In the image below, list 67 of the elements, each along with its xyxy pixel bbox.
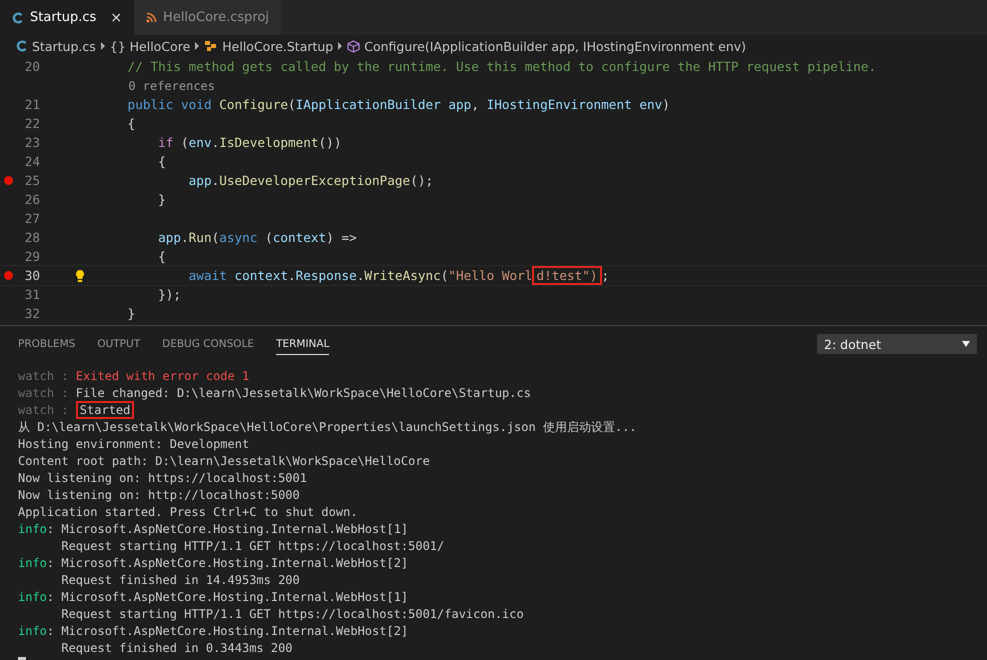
breadcrumb-item[interactable]: {} HelloCore [110, 38, 190, 54]
terminal-line: Request starting HTTP/1.1 GET https://localhost:5001/ [60, 538, 446, 555]
terminal-line: Content root path: D:\learn\Jessetalk\WorkSpace\HelloCore [18, 453, 431, 470]
terminal-line: 从 D:\learn\Jessetalk\WorkSpace\HelloCore\Properties\launchSettings.json 使用启动设置... [18, 419, 638, 436]
breadcrumb-item[interactable]: HelloCore.Startup [204, 38, 334, 54]
code-line: } [126, 306, 136, 321]
code-line: }); [157, 287, 182, 302]
terminal-line: Request finished in 14.4953ms 200 [60, 572, 301, 589]
code-line: app.UseDeveloperExceptionPage(); [188, 173, 434, 188]
panel-tab[interactable]: OUTPUT [97, 334, 140, 354]
breakpoint-dot[interactable] [4, 271, 12, 280]
line-number: 21 [24, 97, 40, 112]
line-number: 32 [24, 306, 40, 321]
terminal-line: Request starting HTTP/1.1 GET https://localhost:5001/favicon.ico [60, 606, 525, 623]
panel-tab[interactable]: PROBLEMS [18, 334, 76, 354]
line-number: 28 [24, 230, 40, 245]
codelens-text[interactable]: 0 references [97, 78, 216, 92]
terminal-line: info: Microsoft.AspNetCore.Hosting.Internal.WebHost[1] [18, 589, 410, 606]
line-number: 26 [24, 192, 40, 207]
lightbulb-icon[interactable] [75, 268, 85, 282]
breadcrumb-item[interactable]: Startup.cs [16, 38, 96, 54]
editor-tab[interactable]: HelloCore.csproj [134, 0, 282, 35]
code-line: if (env.IsDevelopment()) [157, 135, 342, 150]
rss-file-icon [146, 12, 158, 23]
code-line: { [157, 249, 166, 264]
terminal-line: Application started. Press Ctrl+C to shut down. [18, 504, 359, 521]
panel-tab[interactable]: TERMINAL [276, 334, 330, 354]
code-line: { [126, 116, 136, 131]
terminal-line: info: Microsoft.AspNetCore.Hosting.Internal.WebHost[1] [18, 521, 410, 538]
close-icon[interactable]: × [110, 10, 122, 26]
breakpoint-dot[interactable] [4, 176, 12, 185]
line-number: 23 [24, 135, 40, 150]
line-number: 24 [24, 154, 40, 169]
line-number: 25 [24, 173, 40, 188]
csharp-file-icon [16, 40, 28, 52]
class-icon [204, 40, 218, 52]
line-number: 31 [24, 287, 40, 302]
cube-icon [347, 40, 360, 52]
chevron-icon [100, 42, 106, 50]
chevron-icon [194, 42, 200, 50]
code-line: { [157, 154, 166, 169]
terminal-line: info: Microsoft.AspNetCore.Hosting.Internal.WebHost[2] [18, 623, 410, 640]
terminal-line: Request finished in 0.3443ms 200 [60, 640, 294, 657]
code-line: public void Configure(IApplicationBuilder app, IHostingEnvironment env) [126, 97, 670, 112]
terminal-line: Now listening on: http://localhost:5000 [18, 487, 301, 504]
line-number: 27 [24, 211, 40, 226]
terminal-dropdown[interactable]: 2: dotnet [817, 334, 977, 354]
terminal-line: Hosting environment: Development [18, 436, 250, 453]
line-number: 30 [24, 268, 40, 283]
terminal-line: watch : Exited with error code 1 [18, 368, 250, 385]
code-line: // This method gets called by the runtime. Use this method to configure the HTTP request pipeline. [126, 59, 876, 74]
code-line: app.Run(async (context) => [157, 230, 357, 245]
line-number: 20 [24, 59, 40, 74]
code-line: } [157, 192, 166, 207]
terminal-line: Now listening on: https://localhost:5001 [18, 470, 308, 487]
line-number: 22 [24, 116, 40, 131]
terminal-line: watch : Started [18, 402, 987, 419]
panel-tab[interactable]: DEBUG CONSOLE [162, 334, 254, 354]
breadcrumb-item[interactable]: Configure(IApplicationBuilder app, IHostingEnvironment env) [347, 38, 746, 54]
line-number: 29 [24, 249, 40, 264]
terminal-line: watch : File changed: D:\learn\Jessetalk\WorkSpace\HelloCore\Startup.cs [18, 385, 532, 402]
terminal-line: info: Microsoft.AspNetCore.Hosting.Internal.WebHost[2] [18, 555, 410, 572]
chevron-icon [337, 42, 344, 50]
editor-tab[interactable]: Startup.cs × [0, 0, 134, 35]
caret-icon [962, 341, 970, 347]
code-line: await context.Response.WriteAsync("Hello Worl d!test") ; [188, 268, 610, 283]
csharp-file-icon [12, 12, 24, 24]
